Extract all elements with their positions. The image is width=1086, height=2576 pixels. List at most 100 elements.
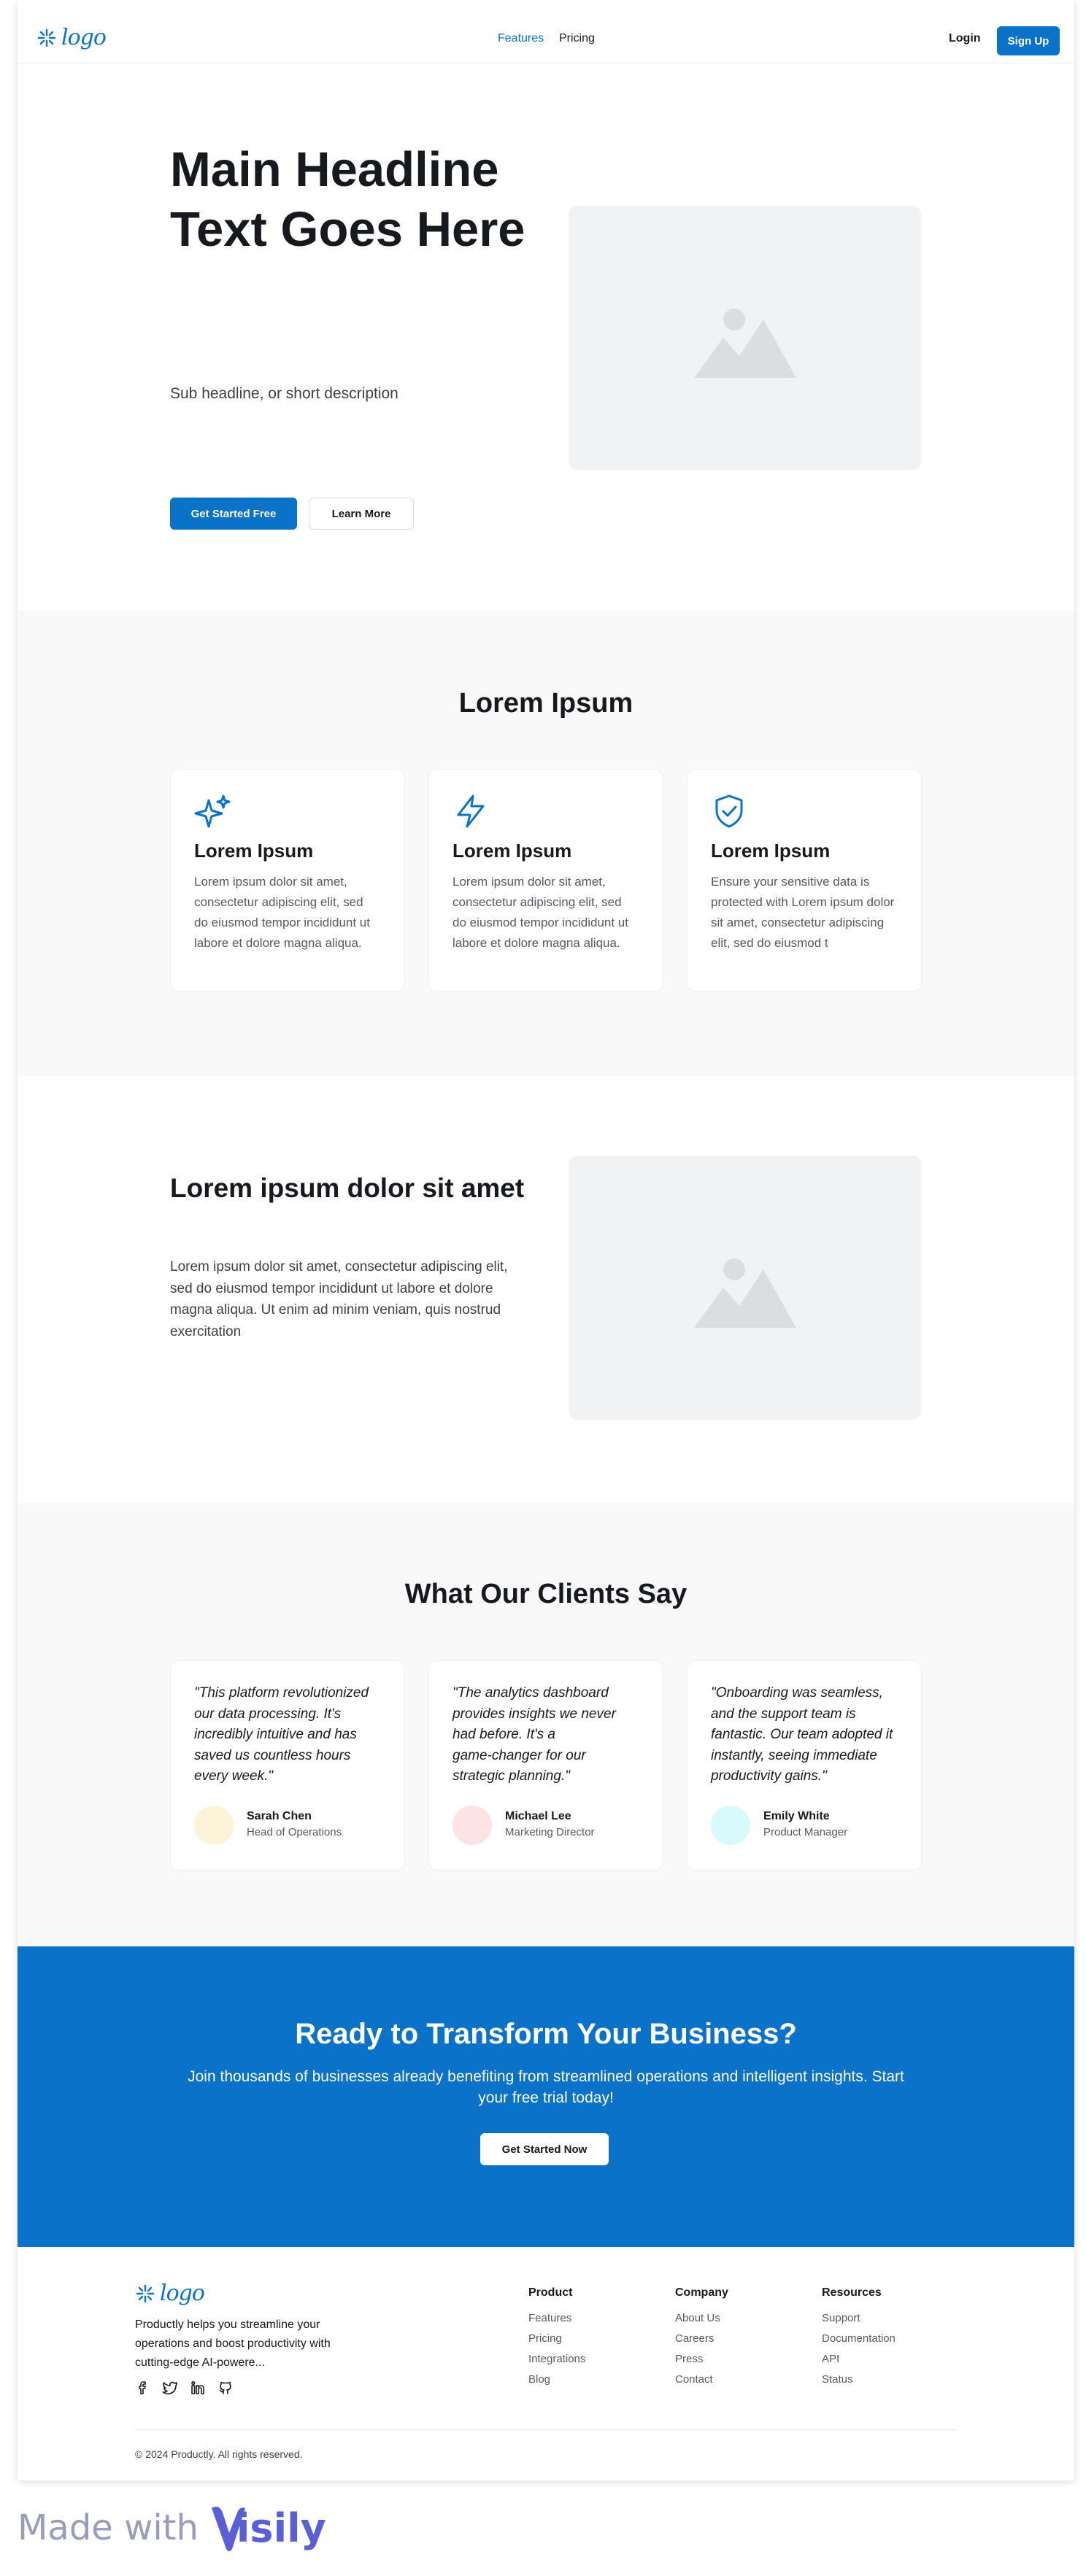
text-line: sed do eiusmod tempor incididunt ut labo… <box>170 1280 493 1296</box>
testimonial-card: "Onboarding was seamless, and the suppor… <box>687 1660 922 1871</box>
feature-card: Lorem Ipsum Ensure your sensitive data i… <box>687 769 922 992</box>
text-line: do eiusmod tempor incididunt ut <box>452 916 628 929</box>
text-line: sit amet, consectetur adipiscing <box>711 916 885 929</box>
text-line: Lorem ipsum dolor sit amet, <box>452 875 606 889</box>
footer-logo[interactable]: logo <box>135 2281 205 2306</box>
made-with-visily-badge[interactable]: Made with isily <box>18 2502 326 2553</box>
features-title: Lorem Ipsum <box>458 688 634 719</box>
avatar <box>452 1806 492 1845</box>
footer-link-api[interactable]: API <box>822 2353 839 2365</box>
testimonials-title: What Our Clients Say <box>404 1579 688 1609</box>
text-line: Lorem ipsum dolor sit amet, consectetur … <box>170 1259 508 1275</box>
footer-column-company-title: Company <box>675 2286 728 2299</box>
hero-subheadline: Sub headline, or short description <box>170 385 398 402</box>
person-role: Marketing Director <box>505 1826 595 1838</box>
text-line: "Onboarding was seamless, <box>711 1685 883 1701</box>
text-line: incredibly intuitive and has <box>194 1727 357 1742</box>
text-line: your free trial today! <box>478 2089 614 2106</box>
logo-sparkle-icon <box>37 28 56 47</box>
text-line: game-changer for our <box>452 1747 586 1763</box>
page-frame: logo Features Pricing Login Sign Up Main… <box>18 0 1074 2480</box>
logo-text: logo <box>160 2281 205 2306</box>
person-role: Product Manager <box>763 1826 848 1838</box>
testimonial-card: "This platform revolutionized our data p… <box>170 1660 405 1871</box>
cta-title: Ready to Transform Your Business? <box>295 2018 797 2050</box>
footer-link-pricing[interactable]: Pricing <box>528 2332 562 2345</box>
text-line: labore et dolore magna aliqua. <box>452 936 620 950</box>
person-name: Michael Lee <box>505 1810 571 1822</box>
content-image-placeholder <box>569 1156 921 1420</box>
text-line: "The analytics dashboard <box>452 1685 609 1701</box>
cta-description: Join thousands of businesses already ben… <box>18 2066 1074 2108</box>
facebook-icon[interactable] <box>135 2380 151 2396</box>
text-line: Join thousands of businesses already ben… <box>188 2068 904 2085</box>
text-line: our data processing. It's <box>194 1706 342 1722</box>
footer-column-product-title: Product <box>528 2286 573 2299</box>
twitter-icon[interactable] <box>162 2380 178 2396</box>
text-line: do eiusmod tempor incididunt ut <box>194 916 370 929</box>
login-link[interactable]: Login <box>949 32 981 45</box>
testimonial-quote: "The analytics dashboard provides insigh… <box>452 1683 616 1787</box>
hero-headline-line-2: Text Goes Here <box>170 202 525 257</box>
footer-column-resources-title: Resources <box>822 2286 882 2299</box>
testimonials-section: What Our Clients Say "This platform revo… <box>18 1503 1074 1946</box>
footer-link-integrations[interactable]: Integrations <box>528 2353 585 2365</box>
footer-link-features[interactable]: Features <box>528 2312 571 2324</box>
copyright-text: © 2024 Productly. All rights reserved. <box>135 2448 303 2460</box>
text-line: "This platform revolutionized <box>194 1685 369 1701</box>
footer-link-status[interactable]: Status <box>822 2373 853 2386</box>
get-started-free-button[interactable]: Get Started Free <box>170 498 297 530</box>
header-logo[interactable]: logo <box>36 25 107 50</box>
signup-button[interactable]: Sign Up <box>997 26 1060 55</box>
text-line: Productly helps you streamline your <box>135 2318 320 2331</box>
logo-sparkle-icon <box>136 2284 155 2302</box>
nav-pricing[interactable]: Pricing <box>559 32 595 45</box>
person-name: Emily White <box>763 1810 830 1822</box>
feature-card: Lorem Ipsum Lorem ipsum dolor sit amet, … <box>170 769 405 992</box>
visily-logo: isily <box>209 2504 326 2552</box>
text-line: every week." <box>194 1768 274 1784</box>
nav-features[interactable]: Features <box>498 32 544 45</box>
text-line: provides insights we never <box>452 1706 616 1722</box>
text-line: Ensure your sensitive data is <box>711 875 870 889</box>
feature-card-text: Ensure your sensitive data is protected … <box>711 872 894 954</box>
logo-text: logo <box>61 25 107 50</box>
text-line: exercitation <box>170 1323 242 1339</box>
footer-link-about-us[interactable]: About Us <box>675 2312 720 2324</box>
get-started-now-button[interactable]: Get Started Now <box>480 2133 609 2165</box>
feature-card-text: Lorem ipsum dolor sit amet, consectetur … <box>194 872 370 954</box>
image-placeholder-icon <box>693 309 796 378</box>
visily-brand-text: isily <box>236 2505 326 2551</box>
text-line: productivity gains." <box>711 1768 827 1784</box>
footer-divider <box>135 2429 957 2430</box>
content-body: Lorem ipsum dolor sit amet, consectetur … <box>170 1256 508 1342</box>
text-line: elit, sed do eiusmod t <box>711 936 828 950</box>
text-line: had before. It's a <box>452 1727 555 1742</box>
hero-headline: Main Headline Text Goes Here <box>170 140 525 260</box>
hero-image-placeholder <box>569 206 921 470</box>
text-line: consectetur adipiscing elit, sed <box>194 895 363 909</box>
footer-link-press[interactable]: Press <box>675 2353 703 2365</box>
image-placeholder-icon <box>693 1258 796 1328</box>
footer-link-documentation[interactable]: Documentation <box>822 2332 896 2345</box>
feature-card-title: Lorem Ipsum <box>711 840 831 862</box>
person-role: Head of Operations <box>247 1826 342 1838</box>
footer-link-support[interactable]: Support <box>822 2312 860 2324</box>
feature-card-title: Lorem Ipsum <box>452 840 572 862</box>
footer-link-contact[interactable]: Contact <box>675 2373 713 2386</box>
footer-link-careers[interactable]: Careers <box>675 2332 714 2345</box>
text-line: strategic planning." <box>452 1768 570 1784</box>
text-line: and the support team is <box>711 1706 856 1722</box>
text-line: labore et dolore magna aliqua. <box>194 936 362 950</box>
footer-description: Productly helps you streamline your oper… <box>135 2316 331 2372</box>
linkedin-icon[interactable] <box>190 2380 206 2396</box>
text-line: fantastic. Our team adopted it <box>711 1727 893 1742</box>
site-header: logo Features Pricing Login Sign Up <box>18 0 1074 64</box>
text-line: consectetur adipiscing elit, sed <box>452 895 622 909</box>
testimonial-quote: "This platform revolutionized our data p… <box>194 1683 369 1787</box>
footer-link-blog[interactable]: Blog <box>528 2373 550 2386</box>
github-icon[interactable] <box>217 2380 234 2396</box>
text-line: Lorem ipsum dolor sit amet, <box>194 875 347 889</box>
text-line: cutting-edge AI-powere... <box>135 2356 265 2369</box>
learn-more-button[interactable]: Learn More <box>309 498 414 530</box>
